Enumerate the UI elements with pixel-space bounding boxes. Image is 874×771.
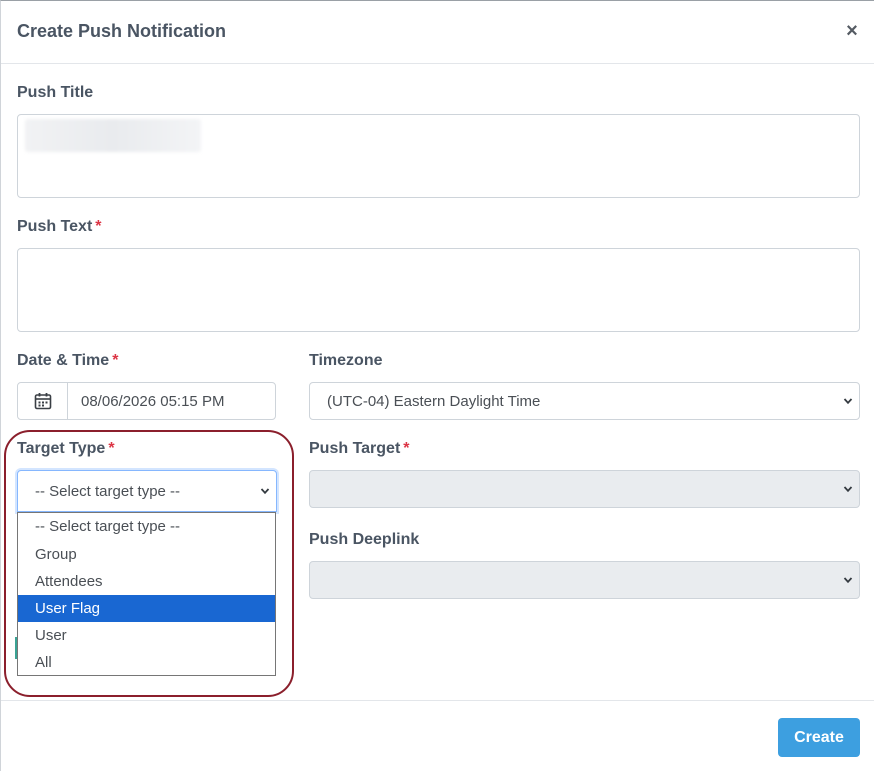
target-type-value: -- Select target type -- bbox=[35, 482, 181, 500]
modal-title: Create Push Notification bbox=[17, 21, 227, 41]
option-all[interactable]: All bbox=[18, 649, 275, 676]
push-deeplink-label: Push Deeplink bbox=[309, 531, 420, 548]
push-target-select[interactable] bbox=[309, 470, 860, 508]
close-button[interactable]: × bbox=[844, 21, 860, 42]
option-attendees[interactable]: Attendees bbox=[18, 568, 275, 595]
target-type-dropdown: -- Select target type -- Group Attendees… bbox=[17, 512, 276, 676]
redacted-title-text bbox=[25, 119, 201, 152]
required-mark: * bbox=[95, 218, 102, 235]
option-user[interactable]: User bbox=[18, 622, 275, 649]
timezone-label: Timezone bbox=[309, 352, 383, 369]
date-time-field: 08/06/2026 05:15 PM bbox=[17, 382, 276, 420]
push-target-label: Push Target * bbox=[309, 440, 410, 457]
timezone-value: (UTC-04) Eastern Daylight Time bbox=[327, 392, 541, 410]
create-push-modal: Create Push Notification × Push Title Pu… bbox=[0, 0, 874, 771]
modal-footer bbox=[1, 700, 874, 771]
calendar-icon bbox=[34, 393, 51, 410]
target-type-select[interactable]: -- Select target type -- bbox=[17, 470, 277, 512]
required-mark: * bbox=[108, 440, 115, 457]
option-select-target-type[interactable]: -- Select target type -- bbox=[18, 513, 275, 541]
chevron-down-icon bbox=[843, 398, 853, 405]
push-deeplink-select[interactable] bbox=[309, 561, 860, 599]
push-title-label: Push Title bbox=[17, 84, 94, 101]
create-button[interactable]: Create bbox=[778, 718, 860, 757]
chevron-down-icon bbox=[843, 486, 853, 493]
option-group[interactable]: Group bbox=[18, 541, 275, 568]
push-text-input[interactable] bbox=[17, 248, 860, 332]
chevron-down-icon bbox=[260, 488, 270, 495]
date-time-label: Date & Time * bbox=[17, 352, 119, 369]
push-text-label: Push Text * bbox=[17, 218, 102, 235]
timezone-select[interactable]: (UTC-04) Eastern Daylight Time bbox=[309, 382, 860, 420]
option-user-flag[interactable]: User Flag bbox=[18, 595, 275, 622]
required-mark: * bbox=[403, 440, 410, 457]
modal-header: Create Push Notification × bbox=[1, 1, 874, 64]
target-type-label: Target Type * bbox=[17, 440, 115, 457]
required-mark: * bbox=[112, 352, 119, 369]
calendar-button[interactable] bbox=[18, 383, 68, 419]
push-title-input[interactable] bbox=[17, 114, 860, 198]
chevron-down-icon bbox=[843, 577, 853, 584]
date-time-input[interactable]: 08/06/2026 05:15 PM bbox=[68, 383, 275, 419]
